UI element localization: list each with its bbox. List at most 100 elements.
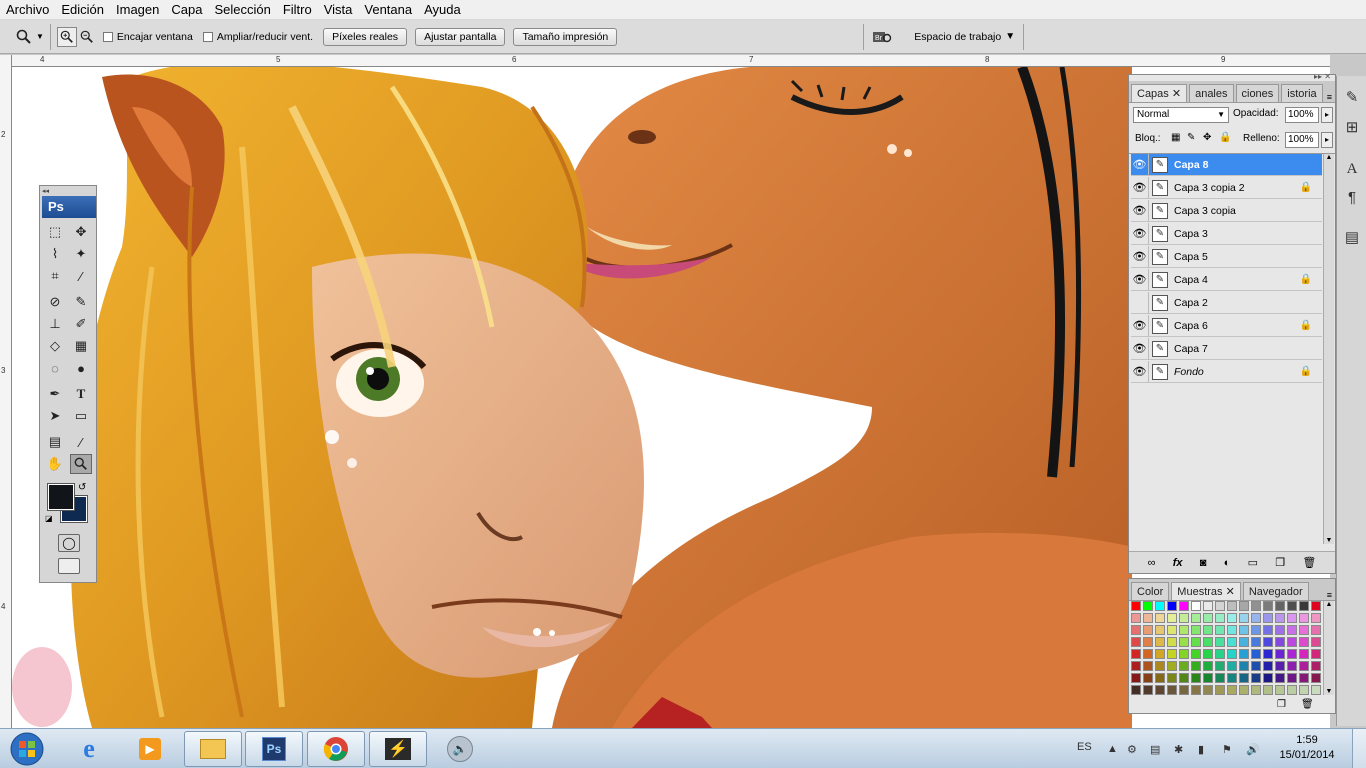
color-swatch[interactable] (1179, 625, 1189, 635)
color-swatch[interactable] (1143, 661, 1153, 671)
color-swatch[interactable] (1155, 685, 1165, 695)
tab-canales[interactable]: anales (1189, 84, 1234, 102)
visibility-eye-icon[interactable]: 👁 (1131, 176, 1149, 199)
tab-color[interactable]: Color (1131, 582, 1170, 600)
color-swatch[interactable] (1167, 661, 1177, 671)
layer-row-capa-2[interactable]: ✎ Capa 2 (1131, 291, 1322, 314)
color-swatch[interactable] (1287, 661, 1297, 671)
preset-dropdown-arrow-icon[interactable]: ▼ (36, 32, 44, 41)
fit-screen-button[interactable]: Ajustar pantalla (415, 27, 506, 46)
opacity-slider-arrow-icon[interactable]: ▸ (1321, 107, 1333, 123)
color-swatch[interactable] (1311, 649, 1321, 659)
eraser-tool-icon[interactable]: ◇ (44, 336, 66, 356)
color-swatch[interactable] (1131, 625, 1141, 635)
color-swatch[interactable] (1299, 601, 1309, 611)
color-swatch[interactable] (1311, 601, 1321, 611)
visibility-eye-icon[interactable]: 👁 (1131, 245, 1149, 268)
color-swatch[interactable] (1215, 637, 1225, 647)
scroll-up-icon[interactable]: ▲ (1324, 601, 1334, 608)
color-swatch[interactable] (1287, 649, 1297, 659)
color-swatch[interactable] (1275, 601, 1285, 611)
gradient-tool-icon[interactable]: ▦ (70, 336, 92, 356)
color-swatch[interactable] (1227, 661, 1237, 671)
lasso-tool-icon[interactable]: ⌇ (44, 244, 66, 264)
color-swatch[interactable] (1155, 673, 1165, 683)
color-swatch[interactable] (1167, 637, 1177, 647)
color-swatch[interactable] (1299, 661, 1309, 671)
color-swatch[interactable] (1167, 685, 1177, 695)
color-swatch[interactable] (1275, 685, 1285, 695)
visibility-eye-icon[interactable]: 👁 (1131, 337, 1149, 360)
visibility-eye-icon[interactable]: 👁 (1131, 314, 1149, 337)
color-swatch[interactable] (1179, 661, 1189, 671)
color-swatch[interactable] (1143, 649, 1153, 659)
tab-muestras[interactable]: Muestras ✕ (1171, 582, 1241, 600)
color-swatch[interactable] (1227, 685, 1237, 695)
color-swatch[interactable] (1287, 613, 1297, 623)
app-taskbar-button[interactable]: ⚡ (369, 731, 427, 767)
scroll-down-icon[interactable]: ▼ (1324, 537, 1334, 544)
color-swatch[interactable] (1275, 625, 1285, 635)
color-swatch[interactable] (1287, 673, 1297, 683)
color-swatch[interactable] (1263, 685, 1273, 695)
layers-scrollbar[interactable]: ▲ ▼ (1323, 154, 1334, 544)
menu-ayuda[interactable]: Ayuda (418, 0, 467, 20)
color-swatch[interactable] (1227, 601, 1237, 611)
color-swatch[interactable] (1215, 685, 1225, 695)
color-swatch[interactable] (1203, 661, 1213, 671)
color-swatch[interactable] (1239, 625, 1249, 635)
color-swatch[interactable] (1311, 613, 1321, 623)
color-swatch[interactable] (1311, 673, 1321, 683)
add-mask-icon[interactable]: ◙ (1200, 557, 1207, 569)
visibility-eye-hidden-icon[interactable] (1131, 291, 1149, 314)
visibility-eye-icon[interactable]: 👁 (1131, 153, 1149, 176)
color-swatch[interactable] (1287, 601, 1297, 611)
color-swatch[interactable] (1143, 613, 1153, 623)
color-swatch[interactable] (1311, 685, 1321, 695)
lock-all-icon[interactable]: 🔒 (1219, 132, 1231, 143)
color-swatch[interactable] (1143, 673, 1153, 683)
color-swatch[interactable] (1167, 601, 1177, 611)
visibility-eye-icon[interactable]: 👁 (1131, 360, 1149, 383)
color-swatch[interactable] (1263, 649, 1273, 659)
color-swatch[interactable] (1215, 673, 1225, 683)
panel-collapse-icon[interactable]: ◂◂ (42, 187, 49, 195)
color-swatch[interactable] (1191, 613, 1201, 623)
clone-source-panel-icon[interactable]: ⊞ (1341, 116, 1363, 138)
color-swatch[interactable] (1143, 625, 1153, 635)
tab-acciones[interactable]: ciones (1235, 84, 1280, 102)
menu-vista[interactable]: Vista (318, 0, 359, 20)
delete-swatch-icon[interactable]: 🗑 (1301, 699, 1314, 710)
color-swatch[interactable] (1275, 637, 1285, 647)
color-swatch[interactable] (1131, 673, 1141, 683)
new-group-icon[interactable]: ▭ (1248, 556, 1258, 569)
quick-mask-icon[interactable]: ◯ (58, 534, 80, 552)
layer-row-capa-4[interactable]: 👁 ✎ Capa 4 🔒 (1131, 268, 1322, 291)
color-swatch[interactable] (1287, 637, 1297, 647)
show-hidden-icons-icon[interactable]: ▲ (1107, 743, 1118, 755)
magic-wand-tool-icon[interactable]: ✦ (70, 244, 92, 264)
default-colors-icon[interactable]: ◪ (45, 514, 53, 523)
scroll-up-icon[interactable]: ▲ (1324, 154, 1334, 161)
color-swatch[interactable] (1191, 637, 1201, 647)
color-swatch[interactable] (1311, 661, 1321, 671)
lock-transparency-icon[interactable]: ▦ (1171, 132, 1180, 143)
zoom-out-icon[interactable] (77, 27, 97, 47)
color-swatch[interactable] (1275, 613, 1285, 623)
adjustment-layer-icon[interactable]: ◐ (1224, 557, 1231, 569)
color-swatch[interactable] (1227, 649, 1237, 659)
color-swatch[interactable] (1203, 673, 1213, 683)
color-swatch[interactable] (1215, 613, 1225, 623)
color-swatch[interactable] (1239, 649, 1249, 659)
color-swatch[interactable] (1227, 613, 1237, 623)
color-swatch[interactable] (1227, 637, 1237, 647)
color-swatch[interactable] (1191, 601, 1201, 611)
color-swatch[interactable] (1215, 625, 1225, 635)
color-swatch[interactable] (1203, 685, 1213, 695)
layer-row-capa-6[interactable]: 👁 ✎ Capa 6 🔒 (1131, 314, 1322, 337)
color-swatch[interactable] (1299, 625, 1309, 635)
color-swatch[interactable] (1179, 673, 1189, 683)
blend-mode-select[interactable]: Normal ▼ (1133, 107, 1229, 123)
layer-row-fondo[interactable]: 👁 ✎ Fondo 🔒 (1131, 360, 1322, 383)
color-swatch[interactable] (1263, 661, 1273, 671)
